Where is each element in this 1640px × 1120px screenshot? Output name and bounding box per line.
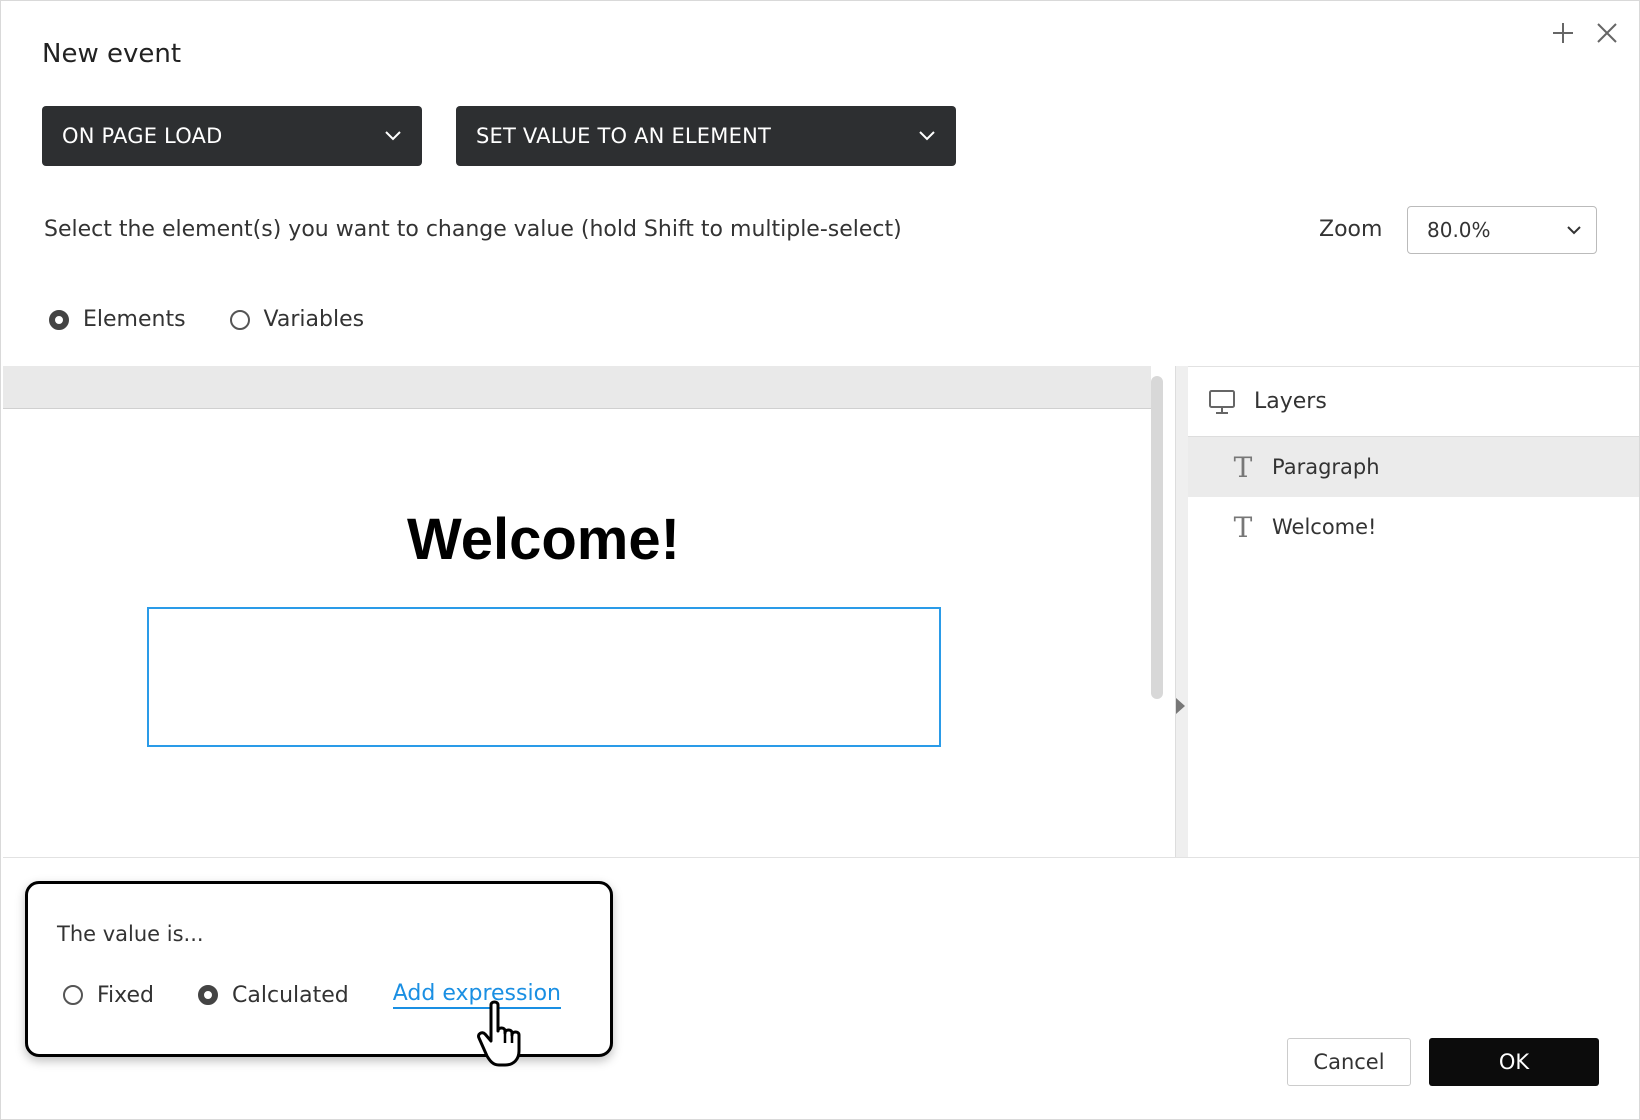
ok-button[interactable]: OK [1429,1038,1599,1086]
cancel-button[interactable]: Cancel [1287,1038,1411,1086]
chevron-down-icon [919,131,935,141]
layer-item-welcome[interactable]: T Welcome! [1188,497,1639,557]
dialog-title: New event [42,39,182,69]
expand-arrow-icon[interactable] [1176,698,1185,714]
text-layer-icon: T [1233,450,1253,484]
radio-calculated[interactable]: Calculated [198,983,349,1008]
radio-variables-label: Variables [263,307,365,332]
trigger-dropdown[interactable]: ON PAGE LOAD [42,106,422,166]
value-type-label: The value is... [57,922,204,946]
zoom-label: Zoom [1319,217,1383,242]
new-event-dialog: New event ON PAGE LOAD SET VALUE TO AN E… [0,0,1640,1120]
target-type-radio-group: Elements Variables [49,307,364,332]
chevron-down-icon [385,131,401,141]
hand-pointer-icon [477,1000,521,1067]
canvas-scrollbar[interactable] [1151,376,1163,699]
layers-header: Layers [1188,367,1639,437]
plus-icon[interactable] [1549,19,1577,47]
radio-calculated-label: Calculated [232,982,349,1008]
radio-variables-indicator[interactable] [229,309,250,330]
trigger-dropdown-value: ON PAGE LOAD [62,124,223,148]
panel-splitter[interactable] [1175,366,1188,857]
action-dropdown-value: SET VALUE TO AN ELEMENT [476,124,772,148]
canvas-heading-welcome[interactable]: Welcome! [1,506,1086,573]
radio-elements[interactable]: Elements [49,307,186,332]
divider [3,857,1639,858]
zoom-select[interactable]: 80.0% [1407,206,1597,254]
radio-fixed[interactable]: Fixed [63,983,154,1008]
layer-item-label: Welcome! [1272,515,1377,539]
close-icon[interactable] [1593,19,1621,47]
layers-panel: Layers T Paragraph T Welcome! [1188,366,1639,858]
layer-item-paragraph[interactable]: T Paragraph [1188,437,1639,497]
instruction-text: Select the element(s) you want to change… [44,217,902,242]
zoom-value: 80.0% [1427,218,1491,242]
monitor-icon [1209,389,1235,414]
layer-item-label: Paragraph [1272,455,1380,479]
radio-fixed-label: Fixed [97,982,155,1008]
radio-variables[interactable]: Variables [229,307,365,332]
radio-elements-indicator[interactable] [49,309,69,330]
layers-title: Layers [1254,389,1327,414]
radio-calculated-indicator[interactable] [198,985,219,1005]
radio-fixed-indicator[interactable] [63,985,83,1005]
text-layer-icon: T [1233,510,1253,544]
canvas-ruler [3,366,1175,409]
chevron-down-icon [1567,225,1581,234]
radio-elements-label: Elements [83,307,186,332]
window-controls [1549,19,1621,47]
canvas-paragraph-element[interactable] [147,607,941,747]
action-dropdown[interactable]: SET VALUE TO AN ELEMENT [456,106,956,166]
